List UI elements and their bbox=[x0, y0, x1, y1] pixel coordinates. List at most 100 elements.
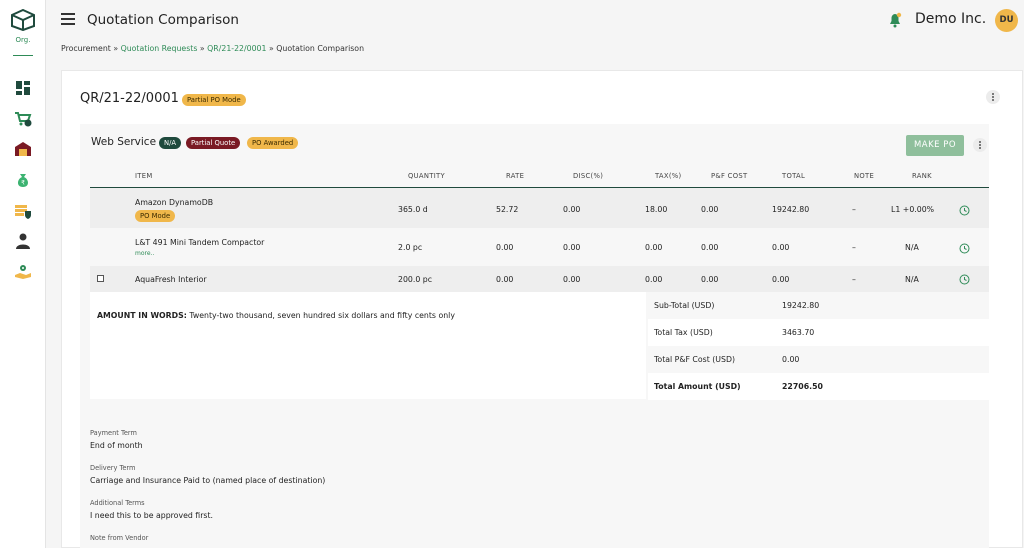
total-tax-row: Total Tax (USD) 3463.70 bbox=[648, 319, 989, 346]
org-label[interactable]: Org. bbox=[0, 36, 46, 44]
payment-term-label: Payment Term bbox=[90, 429, 137, 437]
rank-cell: L1 +0.00% bbox=[891, 205, 935, 214]
total-pf-label: Total P&F Cost (USD) bbox=[654, 355, 735, 364]
amount-in-words-label: AMOUNT IN WORDS: bbox=[97, 311, 187, 320]
table-row[interactable]: Amazon DynamoDB PO Mode 365.0 d 52.72 0.… bbox=[90, 188, 989, 228]
row-po-mode-badge: PO Mode bbox=[135, 210, 176, 222]
breadcrumb-qr-id[interactable]: QR/21-22/0001 bbox=[207, 44, 266, 53]
svg-text:₹: ₹ bbox=[21, 180, 25, 187]
column-header-rank[interactable]: RANK bbox=[912, 172, 932, 180]
vendor-status-badge: N/A bbox=[159, 137, 182, 149]
disc-cell: 0.00 bbox=[563, 205, 581, 214]
breadcrumb-separator: » bbox=[199, 44, 205, 53]
table-row[interactable]: L&T 491 Mini Tandem Compactor more.. 2.0… bbox=[90, 228, 989, 266]
tax-cell: 0.00 bbox=[645, 275, 663, 284]
sidebar: Org. ₹ bbox=[0, 0, 46, 548]
make-po-button[interactable]: MAKE PO bbox=[906, 135, 964, 156]
avatar[interactable]: DU bbox=[995, 9, 1018, 32]
note-cell: – bbox=[852, 243, 856, 252]
breadcrumb-separator: » bbox=[113, 44, 119, 53]
pf-cost-cell: 0.00 bbox=[701, 243, 719, 252]
item-name: Amazon DynamoDB bbox=[135, 198, 214, 207]
disc-cell: 0.00 bbox=[563, 275, 581, 284]
menu-icon[interactable] bbox=[61, 13, 75, 25]
breadcrumb-quotation-requests[interactable]: Quotation Requests bbox=[121, 44, 198, 53]
cart-icon[interactable] bbox=[14, 110, 32, 128]
total-pf-row: Total P&F Cost (USD) 0.00 bbox=[648, 346, 989, 373]
company-name[interactable]: Demo Inc. bbox=[915, 11, 986, 27]
settings-hand-icon[interactable] bbox=[14, 262, 32, 280]
quantity-cell: 365.0 d bbox=[398, 205, 428, 214]
rate-cell: 0.00 bbox=[496, 243, 514, 252]
column-header-total[interactable]: TOTAL bbox=[782, 172, 805, 180]
total-pf-value: 0.00 bbox=[782, 355, 800, 364]
vendor-name: Web Service bbox=[91, 136, 157, 148]
history-icon[interactable] bbox=[959, 205, 970, 216]
total-amount-label: Total Amount (USD) bbox=[654, 382, 741, 391]
column-header-rate[interactable]: RATE bbox=[506, 172, 524, 180]
rate-cell: 52.72 bbox=[496, 205, 519, 214]
additional-terms-label: Additional Terms bbox=[90, 499, 145, 507]
vendor-more-options-icon[interactable] bbox=[973, 138, 987, 152]
notification-bell-icon[interactable] bbox=[888, 12, 902, 28]
breadcrumb-procurement[interactable]: Procurement bbox=[61, 44, 111, 53]
column-header-note[interactable]: NOTE bbox=[854, 172, 874, 180]
column-header-pf-cost[interactable]: P&F COST bbox=[711, 172, 747, 180]
money-bag-icon[interactable]: ₹ bbox=[14, 171, 32, 189]
page-title: Quotation Comparison bbox=[87, 12, 239, 28]
item-name: L&T 491 Mini Tandem Compactor bbox=[135, 238, 265, 247]
total-amount-value: 22706.50 bbox=[782, 382, 823, 391]
column-header-disc[interactable]: DISC(%) bbox=[573, 172, 603, 180]
delivery-term-value: Carriage and Insurance Paid to (named pl… bbox=[90, 476, 326, 485]
amount-in-words-value: Twenty-two thousand, seven hundred six d… bbox=[189, 311, 455, 320]
breadcrumb-current: Quotation Comparison bbox=[276, 44, 365, 53]
total-tax-label: Total Tax (USD) bbox=[654, 328, 713, 337]
payment-term-value: End of month bbox=[90, 441, 143, 450]
tax-cell: 18.00 bbox=[645, 205, 668, 214]
column-header-quantity[interactable]: QUANTITY bbox=[408, 172, 445, 180]
org-underline bbox=[13, 55, 33, 56]
history-icon[interactable] bbox=[959, 243, 970, 254]
pf-cost-cell: 0.00 bbox=[701, 275, 719, 284]
box-logo-icon[interactable] bbox=[10, 9, 36, 31]
tax-cell: 0.00 bbox=[645, 243, 663, 252]
history-icon[interactable] bbox=[959, 274, 970, 285]
rank-cell: N/A bbox=[905, 275, 919, 284]
breadcrumb: Procurement » Quotation Requests » QR/21… bbox=[61, 44, 364, 53]
additional-terms-value: I need this to be approved first. bbox=[90, 511, 214, 520]
subtotal-row: Sub-Total (USD) 19242.80 bbox=[648, 292, 989, 319]
rank-cell: N/A bbox=[905, 243, 919, 252]
quantity-cell: 2.0 pc bbox=[398, 243, 423, 252]
column-header-tax[interactable]: TAX(%) bbox=[655, 172, 682, 180]
vendor-note-label: Note from Vendor bbox=[90, 534, 149, 542]
note-cell: – bbox=[852, 275, 856, 284]
note-cell: – bbox=[852, 205, 856, 214]
po-mode-badge: Partial PO Mode bbox=[182, 94, 246, 106]
quotation-card: QR/21-22/0001 Partial PO Mode Web Servic… bbox=[61, 70, 1023, 548]
disc-cell: 0.00 bbox=[563, 243, 581, 252]
warehouse-icon[interactable] bbox=[14, 140, 32, 158]
item-name: AquaFresh Interior bbox=[135, 275, 207, 284]
card-more-options-icon[interactable] bbox=[986, 90, 1000, 104]
quantity-cell: 200.0 pc bbox=[398, 275, 433, 284]
rate-cell: 0.00 bbox=[496, 275, 514, 284]
more-link[interactable]: more.. bbox=[135, 250, 154, 257]
user-icon[interactable] bbox=[14, 232, 32, 250]
amount-in-words-box: AMOUNT IN WORDS: Twenty-two thousand, se… bbox=[90, 292, 646, 399]
amount-in-words: AMOUNT IN WORDS: Twenty-two thousand, se… bbox=[97, 311, 455, 320]
table-row[interactable]: AquaFresh Interior 200.0 pc 0.00 0.00 0.… bbox=[90, 266, 989, 292]
total-cell: 19242.80 bbox=[772, 205, 810, 214]
quotation-id: QR/21-22/0001 bbox=[80, 91, 179, 106]
total-cell: 0.00 bbox=[772, 275, 790, 284]
total-tax-value: 3463.70 bbox=[782, 328, 815, 337]
breadcrumb-separator: » bbox=[268, 44, 274, 53]
total-amount-row: Total Amount (USD) 22706.50 bbox=[648, 373, 989, 400]
subtotal-label: Sub-Total (USD) bbox=[654, 301, 715, 310]
delivery-term-label: Delivery Term bbox=[90, 464, 136, 472]
pf-cost-cell: 0.00 bbox=[701, 205, 719, 214]
dashboard-icon[interactable] bbox=[14, 79, 32, 97]
partial-quote-badge: Partial Quote bbox=[186, 137, 241, 149]
column-header-item[interactable]: ITEM bbox=[135, 172, 153, 180]
shield-card-icon[interactable] bbox=[14, 202, 32, 220]
row-checkbox[interactable] bbox=[97, 275, 104, 282]
